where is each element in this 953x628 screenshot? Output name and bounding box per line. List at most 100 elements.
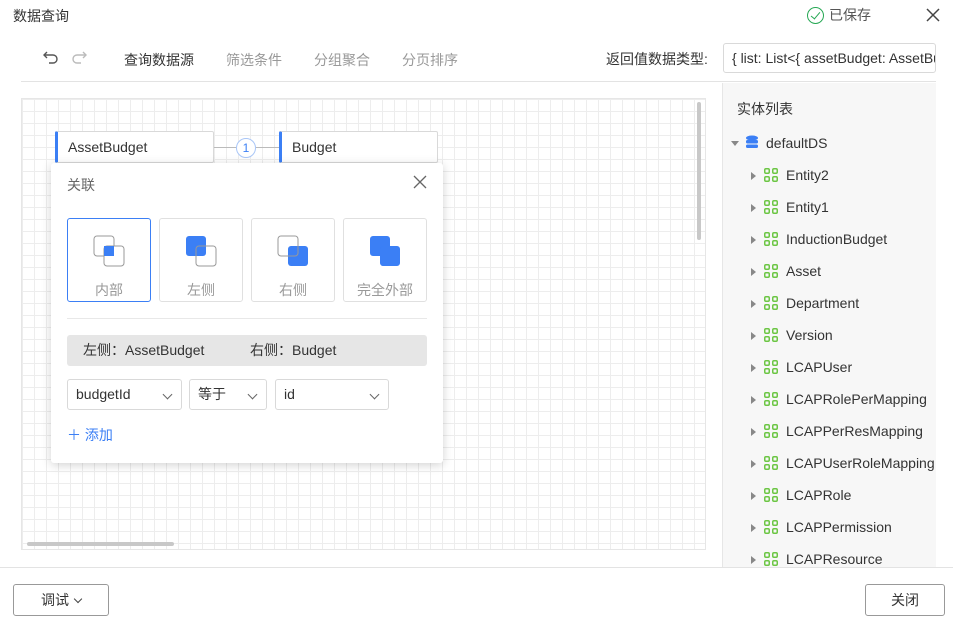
check-circle-icon — [807, 6, 824, 24]
entity-label: LCAPResource — [786, 551, 883, 567]
entity-icon — [764, 520, 778, 534]
chevron-down-icon — [247, 389, 258, 400]
entity-item[interactable]: Entity1 — [723, 191, 936, 223]
caret-right-icon[interactable] — [751, 268, 756, 276]
canvas-vertical-scrollbar[interactable] — [697, 102, 701, 240]
redo-icon[interactable] — [70, 48, 88, 66]
join-type-right[interactable]: 右侧 — [251, 218, 335, 302]
close-button[interactable]: 关闭 — [865, 584, 945, 616]
right-field-value: id — [284, 386, 295, 402]
entity-icon — [764, 328, 778, 342]
entity-label: Entity1 — [786, 199, 829, 215]
join-type-left[interactable]: 左侧 — [159, 218, 243, 302]
caret-right-icon[interactable] — [751, 556, 756, 564]
datasource-label: defaultDS — [766, 135, 828, 151]
caret-right-icon[interactable] — [751, 396, 756, 404]
operator-select[interactable]: 等于 — [189, 379, 267, 410]
title-bar: 数据查询 已保存 — [0, 0, 953, 30]
join-type-right-label: 右侧 — [279, 282, 307, 298]
entity-label: Department — [786, 295, 860, 311]
caret-down-icon[interactable] — [731, 141, 739, 146]
caret-right-icon[interactable] — [751, 364, 756, 372]
entity-label: LCAPPermission — [786, 519, 892, 535]
add-condition-label: 添加 — [84, 427, 113, 443]
entity-icon — [764, 488, 778, 502]
operator-value: 等于 — [198, 386, 226, 402]
caret-right-icon[interactable] — [751, 428, 756, 436]
entity-icon — [764, 168, 778, 182]
caret-right-icon[interactable] — [751, 236, 756, 244]
caret-right-icon[interactable] — [751, 460, 756, 468]
entity-item[interactable]: InductionBudget — [723, 223, 936, 255]
join-type-inner-label: 内部 — [95, 282, 123, 298]
entity-item[interactable]: LCAPPermission — [723, 511, 936, 543]
entity-label: LCAPRole — [786, 487, 852, 503]
return-type-input[interactable]: { list: List<{ assetBudget: AssetBudget,… — [723, 43, 936, 73]
caret-right-icon[interactable] — [751, 172, 756, 180]
entity-item[interactable]: Entity2 — [723, 159, 936, 191]
plus-icon: ＋ — [67, 427, 81, 443]
tab-paging-sort[interactable]: 分页排序 — [402, 50, 458, 70]
close-icon[interactable] — [413, 175, 427, 189]
link-line-left — [214, 147, 236, 148]
entity-icon — [764, 264, 778, 278]
join-sides-info: 左侧：AssetBudget 右侧：Budget — [67, 335, 427, 366]
join-popup-title: 关联 — [67, 177, 95, 193]
join-type-full-outer-label: 完全外部 — [357, 282, 413, 298]
entity-node-left[interactable]: AssetBudget — [55, 131, 214, 163]
entity-icon — [764, 296, 778, 310]
entity-item[interactable]: LCAPRolePerMapping — [723, 383, 936, 415]
entity-label: LCAPUser — [786, 359, 853, 375]
entity-item[interactable]: Asset — [723, 255, 936, 287]
full-outer-join-icon — [370, 236, 400, 266]
entity-icon — [764, 424, 778, 438]
add-condition-button[interactable]: ＋ 添加 — [67, 425, 113, 445]
join-type-full-outer[interactable]: 完全外部 — [343, 218, 427, 302]
left-side-label: 左侧：AssetBudget — [83, 342, 205, 358]
caret-right-icon[interactable] — [751, 524, 756, 532]
entity-label: InductionBudget — [786, 231, 888, 247]
debug-button[interactable]: 调试 — [13, 584, 109, 616]
undo-icon[interactable] — [42, 48, 60, 66]
entity-panel: 实体列表 defaultDS Entity2 Entity1 InductionBu… — [722, 83, 936, 567]
debug-label: 调试 — [41, 592, 69, 608]
tab-filter-conditions[interactable]: 筛选条件 — [226, 50, 282, 70]
link-count-badge[interactable]: 1 — [236, 138, 256, 158]
entity-icon — [764, 360, 778, 374]
right-side-label: 右侧：Budget — [250, 342, 337, 358]
entity-icon — [764, 456, 778, 470]
tab-group-aggregate[interactable]: 分组聚合 — [314, 50, 370, 70]
close-label: 关闭 — [891, 592, 919, 608]
caret-right-icon[interactable] — [751, 204, 756, 212]
join-type-inner[interactable]: 内部 — [67, 218, 151, 302]
entity-item[interactable]: Version — [723, 319, 936, 351]
close-icon[interactable] — [924, 6, 942, 24]
caret-right-icon[interactable] — [751, 492, 756, 500]
entity-node-right[interactable]: Budget — [279, 131, 438, 163]
chevron-down-icon — [162, 389, 173, 400]
right-field-select[interactable]: id — [275, 379, 389, 410]
entity-item[interactable]: Department — [723, 287, 936, 319]
left-field-select[interactable]: budgetId — [67, 379, 182, 410]
caret-right-icon[interactable] — [751, 300, 756, 308]
tree-datasource[interactable]: defaultDS — [723, 127, 936, 159]
canvas-horizontal-scrollbar[interactable] — [27, 542, 174, 546]
entity-icon — [764, 392, 778, 406]
entity-item[interactable]: LCAPPerResMapping — [723, 415, 936, 447]
link-line-right — [256, 147, 279, 148]
database-icon — [746, 135, 758, 148]
chevron-down-icon — [73, 594, 83, 604]
saved-status: 已保存 — [807, 5, 871, 25]
entity-label: Version — [786, 327, 833, 343]
entity-item[interactable]: LCAPRole — [723, 479, 936, 511]
entity-label: LCAPRolePerMapping — [786, 391, 927, 407]
tab-query-datasource[interactable]: 查询数据源 — [124, 50, 194, 70]
entity-item[interactable]: LCAPResource — [723, 543, 936, 567]
caret-right-icon[interactable] — [751, 332, 756, 340]
entity-icon — [764, 200, 778, 214]
entity-item[interactable]: LCAPUserRoleMapping — [723, 447, 936, 479]
left-join-icon — [186, 236, 217, 267]
entity-item[interactable]: LCAPUser — [723, 351, 936, 383]
entity-label: LCAPUserRoleMapping — [786, 455, 935, 471]
window-title: 数据查询 — [13, 8, 69, 24]
